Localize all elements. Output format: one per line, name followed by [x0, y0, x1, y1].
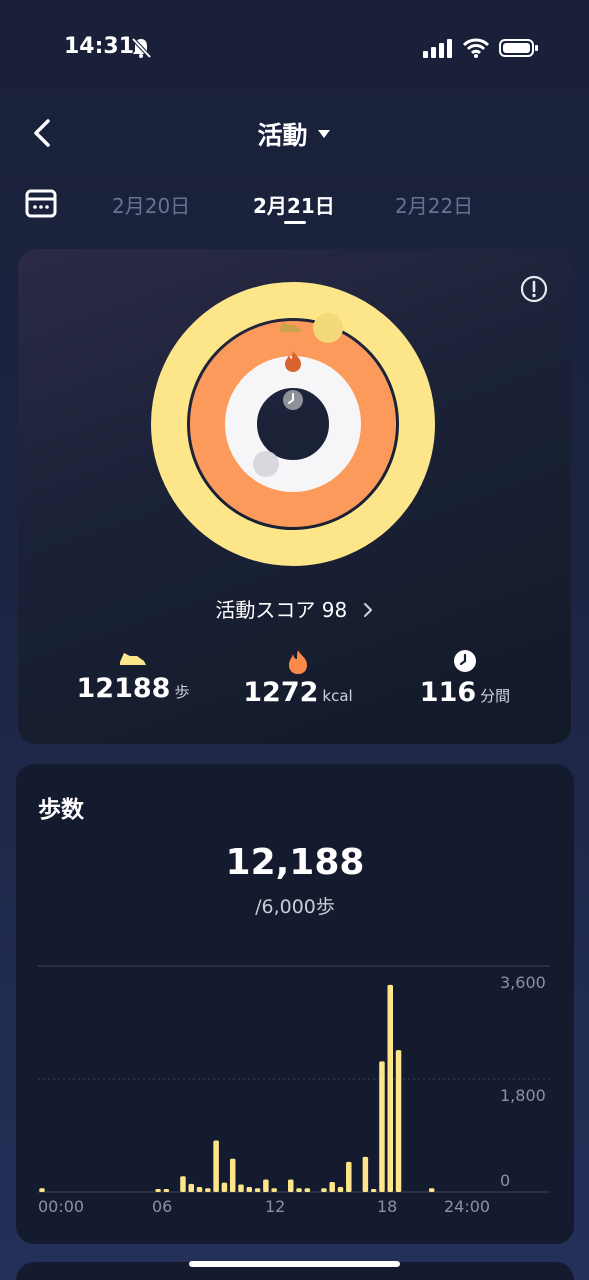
activity-rings[interactable] — [148, 279, 438, 569]
shoe-icon — [120, 653, 146, 665]
calories-unit: kcal — [322, 687, 353, 705]
chart-bar — [387, 984, 393, 1192]
bell-muted-icon — [131, 37, 152, 59]
chart-bar — [196, 1186, 203, 1192]
calories-ring-cap — [361, 430, 389, 458]
minutes-value: 116 — [419, 677, 477, 708]
clock-icon — [454, 650, 476, 672]
x-tick-label: 06 — [152, 1197, 172, 1216]
chart-bar — [39, 1188, 45, 1192]
minutes-ring-cap — [253, 451, 279, 477]
chart-bar — [205, 1188, 211, 1192]
chart-bar — [163, 1189, 170, 1192]
activity-score-link[interactable]: 活動スコア 98 — [18, 594, 571, 623]
chart-bar — [321, 1188, 327, 1192]
chart-bar — [229, 1158, 236, 1192]
steps-bar-chart: 3,600 1,800 0 00:00 06 12 18 24:00 — [38, 965, 550, 1216]
chart-bar — [370, 1189, 377, 1192]
chart-bar — [188, 1183, 194, 1192]
chart-bar — [238, 1184, 244, 1192]
activity-card: 活動スコア 98 12188 歩 1272 kcal 116 分間 — [18, 249, 571, 744]
chart-bar — [329, 1181, 335, 1192]
chart-bar — [379, 1061, 385, 1192]
calories-value: 1272 — [243, 677, 319, 708]
home-indicator[interactable] — [189, 1261, 400, 1267]
signal-icon — [423, 39, 452, 58]
battery-icon — [499, 39, 538, 57]
title-dropdown[interactable]: 活動 — [0, 116, 589, 152]
chart-bar — [296, 1188, 302, 1192]
chart-bar — [304, 1188, 311, 1192]
steps-unit: 歩 — [174, 683, 190, 701]
date-tab-prev[interactable]: 2月20日 — [112, 190, 190, 219]
wifi-icon — [463, 38, 489, 58]
minutes-metric: 116 分間 — [400, 649, 530, 708]
date-tab-indicator — [284, 221, 306, 224]
chart-bar — [180, 1176, 186, 1192]
chart-bar — [246, 1186, 253, 1192]
chart-bar — [254, 1188, 261, 1192]
date-selector: 2月20日 2月21日 2月22日 — [0, 180, 589, 230]
chart-bar — [288, 1179, 294, 1192]
chevron-right-icon — [363, 603, 372, 617]
chart-bar — [362, 1156, 369, 1192]
minutes-unit: 分間 — [480, 687, 511, 705]
chart-bar — [337, 1186, 344, 1192]
chart-bar — [213, 1140, 219, 1192]
page-title: 活動 — [257, 121, 308, 150]
x-tick-label: 18 — [377, 1197, 397, 1216]
flame-icon — [289, 650, 307, 674]
status-bar: 14:31 — [0, 0, 589, 96]
x-tick-label: 12 — [265, 1197, 285, 1216]
activity-score-label: 活動スコア 98 — [215, 598, 348, 622]
status-time: 14:31 — [64, 34, 135, 59]
chart-bar — [346, 1161, 352, 1192]
calories-metric: 1272 kcal — [233, 649, 363, 708]
chart-bar — [221, 1182, 228, 1192]
steps-metric: 12188 歩 — [68, 649, 198, 704]
steps-value: 12188 — [76, 673, 171, 704]
calendar-icon[interactable] — [24, 186, 58, 220]
y-tick-label: 1,800 — [500, 1086, 546, 1105]
chart-bar — [155, 1189, 161, 1192]
clock-icon — [283, 390, 303, 410]
y-tick-label: 3,600 — [500, 973, 546, 992]
info-icon[interactable] — [520, 275, 548, 303]
steps-ring-cap — [313, 313, 343, 343]
y-tick-label: 0 — [500, 1171, 510, 1190]
steps-card[interactable]: 歩数 12,188 /6,000歩 3,600 1,800 0 00:00 06 12 18… — [16, 764, 574, 1244]
chart-bar — [263, 1179, 269, 1192]
date-tab-current[interactable]: 2月21日 — [253, 190, 335, 219]
x-tick-label: 24:00 — [444, 1197, 490, 1216]
top-nav: 活動 — [0, 100, 589, 164]
chart-bar — [271, 1188, 277, 1192]
x-tick-label: 00:00 — [38, 1197, 84, 1216]
date-tab-next[interactable]: 2月22日 — [395, 190, 473, 219]
caret-down-icon — [317, 130, 330, 138]
chart-bar — [428, 1188, 435, 1192]
chart-bar — [395, 1050, 402, 1192]
